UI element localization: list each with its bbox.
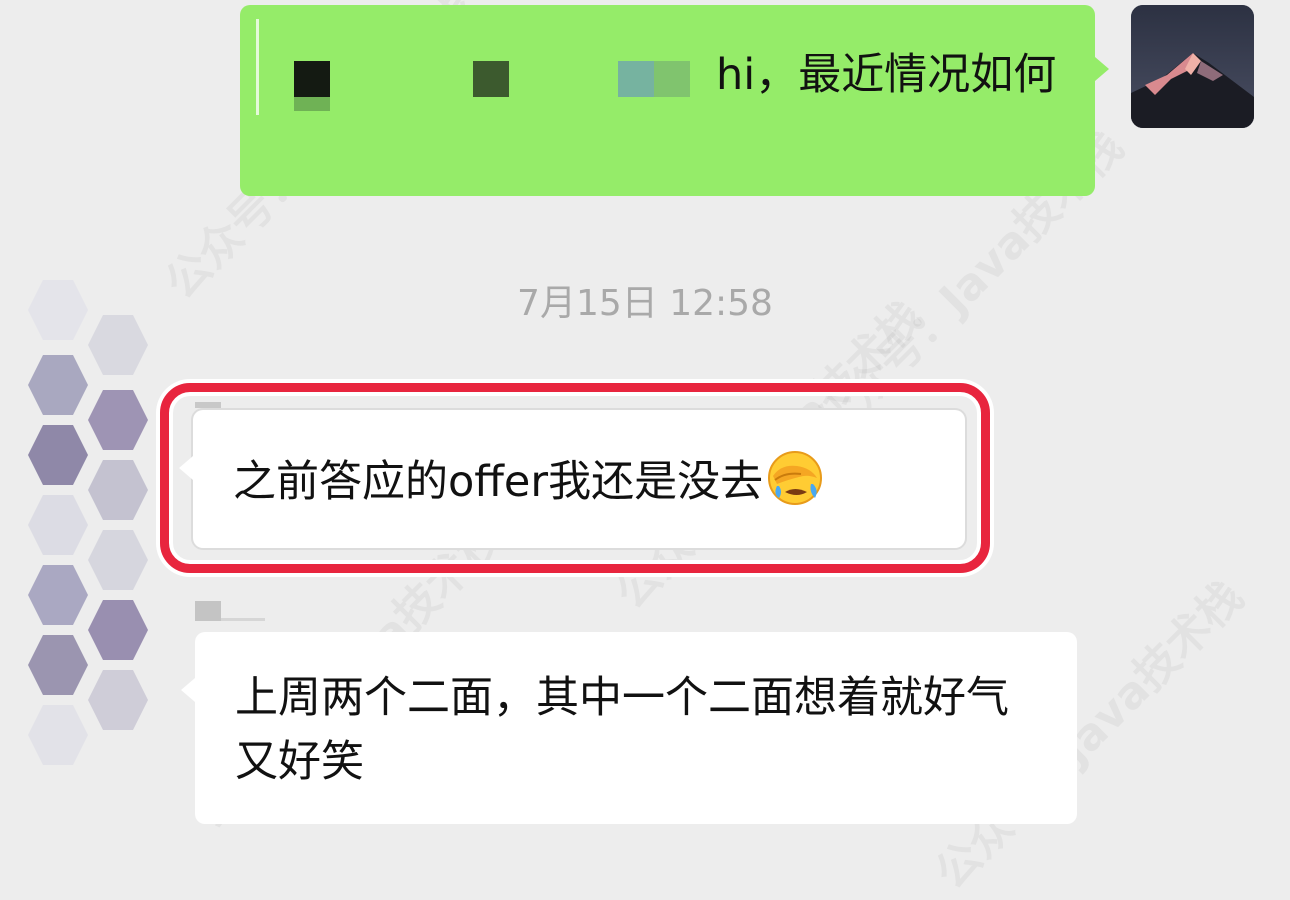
mountain-avatar-image <box>1131 5 1254 128</box>
quote-bar <box>256 19 259 115</box>
mosaic-avatar-image <box>28 280 148 765</box>
message-timestamp: 7月15日 12:58 <box>517 283 773 324</box>
sent-message-bubble[interactable]: hi，最近情况如何 <box>240 5 1109 196</box>
received-message-bubble[interactable]: 上周两个二面，其中一个二面想着就好气又好笑 <box>181 632 1077 824</box>
sender-name-censored <box>221 618 265 621</box>
sender-name-censored <box>195 601 221 621</box>
user-avatar[interactable] <box>1131 5 1254 128</box>
sent-message-text: hi，最近情况如何 <box>716 50 1057 100</box>
contact-avatar[interactable] <box>18 280 168 794</box>
received-message-text: 上周两个二面，其中一个二面想着就好气又好笑 <box>235 673 1009 787</box>
highlight-annotation-frame <box>160 383 990 573</box>
bubble-tail <box>181 678 195 702</box>
